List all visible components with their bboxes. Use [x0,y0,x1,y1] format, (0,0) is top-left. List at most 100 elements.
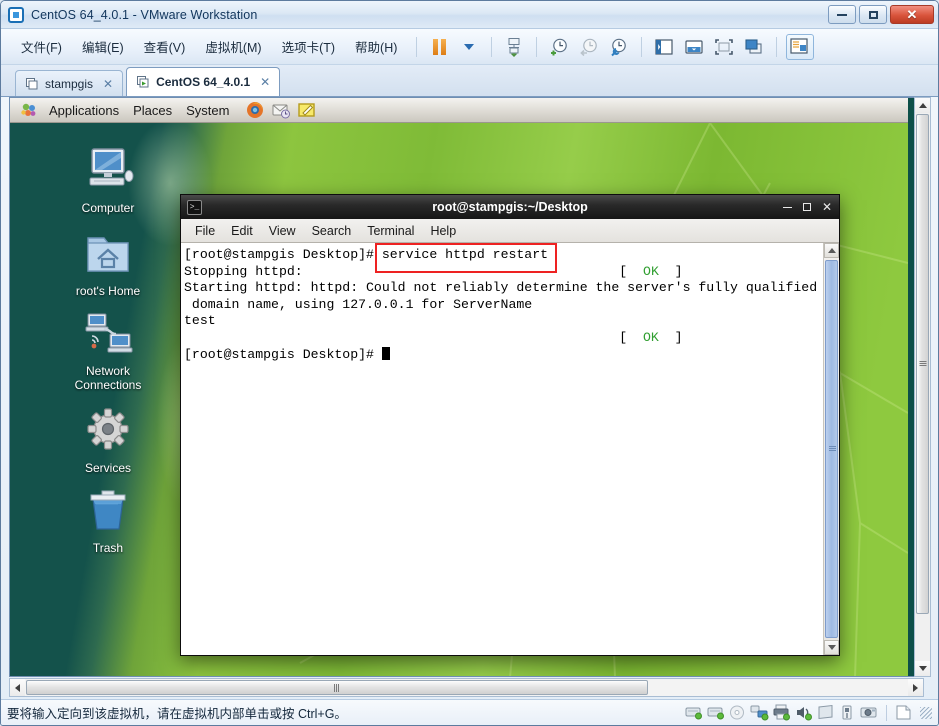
terminal-close-button[interactable]: ✕ [822,201,832,213]
chevron-up-icon [918,103,927,108]
scroll-left-button[interactable] [10,679,25,696]
evolution-mail-icon[interactable] [270,100,292,120]
tab-bar: stampgis ✕ CentOS 64_4.0.1 ✕ [1,65,938,97]
home-folder-icon [80,228,136,280]
terminal-menu-terminal[interactable]: Terminal [359,222,422,240]
viewport-vertical-scrollbar[interactable] [914,97,931,677]
firefox-icon[interactable] [244,100,266,120]
gnome-menu-places[interactable]: Places [126,101,179,120]
pause-icon [432,38,446,55]
tab-stampgis[interactable]: stampgis ✕ [15,70,124,96]
fullscreen-button[interactable] [711,35,737,59]
network-adapter-icon[interactable] [750,704,769,721]
unity-mode-button[interactable] [741,35,767,59]
desktop-icon-label: Services [84,461,131,475]
chevron-up-icon [827,248,836,253]
gnome-foot-icon [18,100,40,120]
desktop-icon-trash[interactable]: Trash [56,485,160,555]
tab-close-icon[interactable]: ✕ [260,75,270,89]
horizontal-scroll-thumb[interactable] [26,680,648,695]
snapshot-wrench-icon [608,37,630,57]
terminal-menu-help[interactable]: Help [422,222,464,240]
menu-view[interactable]: 查看(V) [136,33,194,60]
terminal-scrollbar[interactable] [823,243,839,655]
snapshot-manager-button[interactable] [606,35,632,59]
display-icon[interactable] [816,704,835,721]
terminal-line-1-prompt: [root@stampgis Desktop]# [184,247,382,262]
chevron-down-icon [464,43,475,50]
cd-dvd-icon[interactable] [728,704,747,721]
terminal-line-2-status: OK [643,263,659,279]
text-editor-icon[interactable] [296,100,318,120]
menu-edit[interactable]: 编辑(E) [74,33,132,60]
scroll-down-button[interactable] [915,661,930,676]
terminal-line-2-bracket-open: [ [619,263,644,279]
show-console-button[interactable] [681,35,707,59]
desktop-icon-computer[interactable]: Computer [56,145,160,215]
library-toggle-button[interactable] [786,33,815,60]
sidebar-panel-icon [653,37,675,57]
camera-icon[interactable] [860,704,879,721]
terminal-menu-edit[interactable]: Edit [223,222,261,240]
menu-help[interactable]: 帮助(H) [347,33,405,60]
printer-icon[interactable] [772,704,791,721]
sound-card-icon[interactable] [794,704,813,721]
menu-tabs[interactable]: 选项卡(T) [274,33,343,60]
terminal-line-5: test [184,313,216,329]
snapshot-manager-icon [503,37,525,57]
window-resize-grip[interactable] [920,706,932,719]
usb-icon[interactable] [838,704,857,721]
show-sidebar-button[interactable] [651,35,677,59]
unity-windows-icon [743,37,765,57]
hard-disk-1-icon[interactable] [684,704,703,721]
scroll-grip-icon [919,361,926,367]
terminal-menu-bar: File Edit View Search Terminal Help [181,219,839,243]
terminal-scroll-down-button[interactable] [824,640,839,655]
maximize-button[interactable] [859,5,887,24]
terminal-scroll-thumb[interactable] [825,260,838,638]
pause-button[interactable] [426,35,452,59]
desktop-icon-services[interactable]: Services [56,405,160,475]
tab-centos[interactable]: CentOS 64_4.0.1 ✕ [126,67,281,96]
terminal-window[interactable]: >_ root@stampgis:~/Desktop ✕ File Edit V… [180,194,840,656]
terminal-menu-view[interactable]: View [261,222,304,240]
terminal-minimize-button[interactable] [782,206,792,208]
vertical-scroll-thumb[interactable] [916,114,929,614]
manage-snapshot-button[interactable] [501,35,527,59]
document-icon[interactable] [894,704,913,721]
gnome-menu-applications[interactable]: Applications [42,101,126,120]
terminal-body[interactable]: [root@stampgis Desktop]# service httpd r… [181,243,839,655]
trash-icon [80,485,136,537]
revert-snapshot-button[interactable] [576,35,602,59]
minimize-icon [782,206,792,208]
power-dropdown[interactable] [456,35,482,59]
status-separator [886,704,887,721]
tab-close-icon[interactable]: ✕ [103,77,113,91]
vmware-logo-icon [8,6,24,23]
scroll-up-button[interactable] [915,98,930,113]
menu-file[interactable]: 文件(F) [13,33,70,60]
terminal-menu-file[interactable]: File [187,222,223,240]
toolbar-separator [416,36,418,57]
minimize-button[interactable] [828,5,856,24]
terminal-menu-search[interactable]: Search [304,222,360,240]
menu-vm[interactable]: 虚拟机(M) [197,33,269,60]
terminal-output[interactable]: [root@stampgis Desktop]# service httpd r… [181,243,823,655]
hard-disk-2-icon[interactable] [706,704,725,721]
scroll-right-button[interactable] [908,679,923,696]
terminal-maximize-button[interactable] [802,203,811,211]
gnome-menu-system[interactable]: System [179,101,236,120]
vm-tab-running-icon [136,75,150,89]
desktop-icon-network-connections[interactable]: Network Connections [56,308,160,392]
terminal-window-controls: ✕ [782,195,832,219]
minimize-icon [837,13,847,16]
terminal-line-4: domain name, using 127.0.0.1 for ServerN… [184,296,533,312]
vm-viewport[interactable]: Applications Places System Computer root… [9,97,924,677]
vm-tab-icon [25,77,39,91]
terminal-line-2-bracket-close: ] [658,263,683,279]
take-snapshot-button[interactable] [546,35,572,59]
close-button[interactable]: ✕ [890,5,934,24]
terminal-scroll-up-button[interactable] [824,243,839,258]
desktop-icon-root-home[interactable]: root's Home [56,228,160,298]
viewport-horizontal-scrollbar[interactable] [9,678,924,697]
